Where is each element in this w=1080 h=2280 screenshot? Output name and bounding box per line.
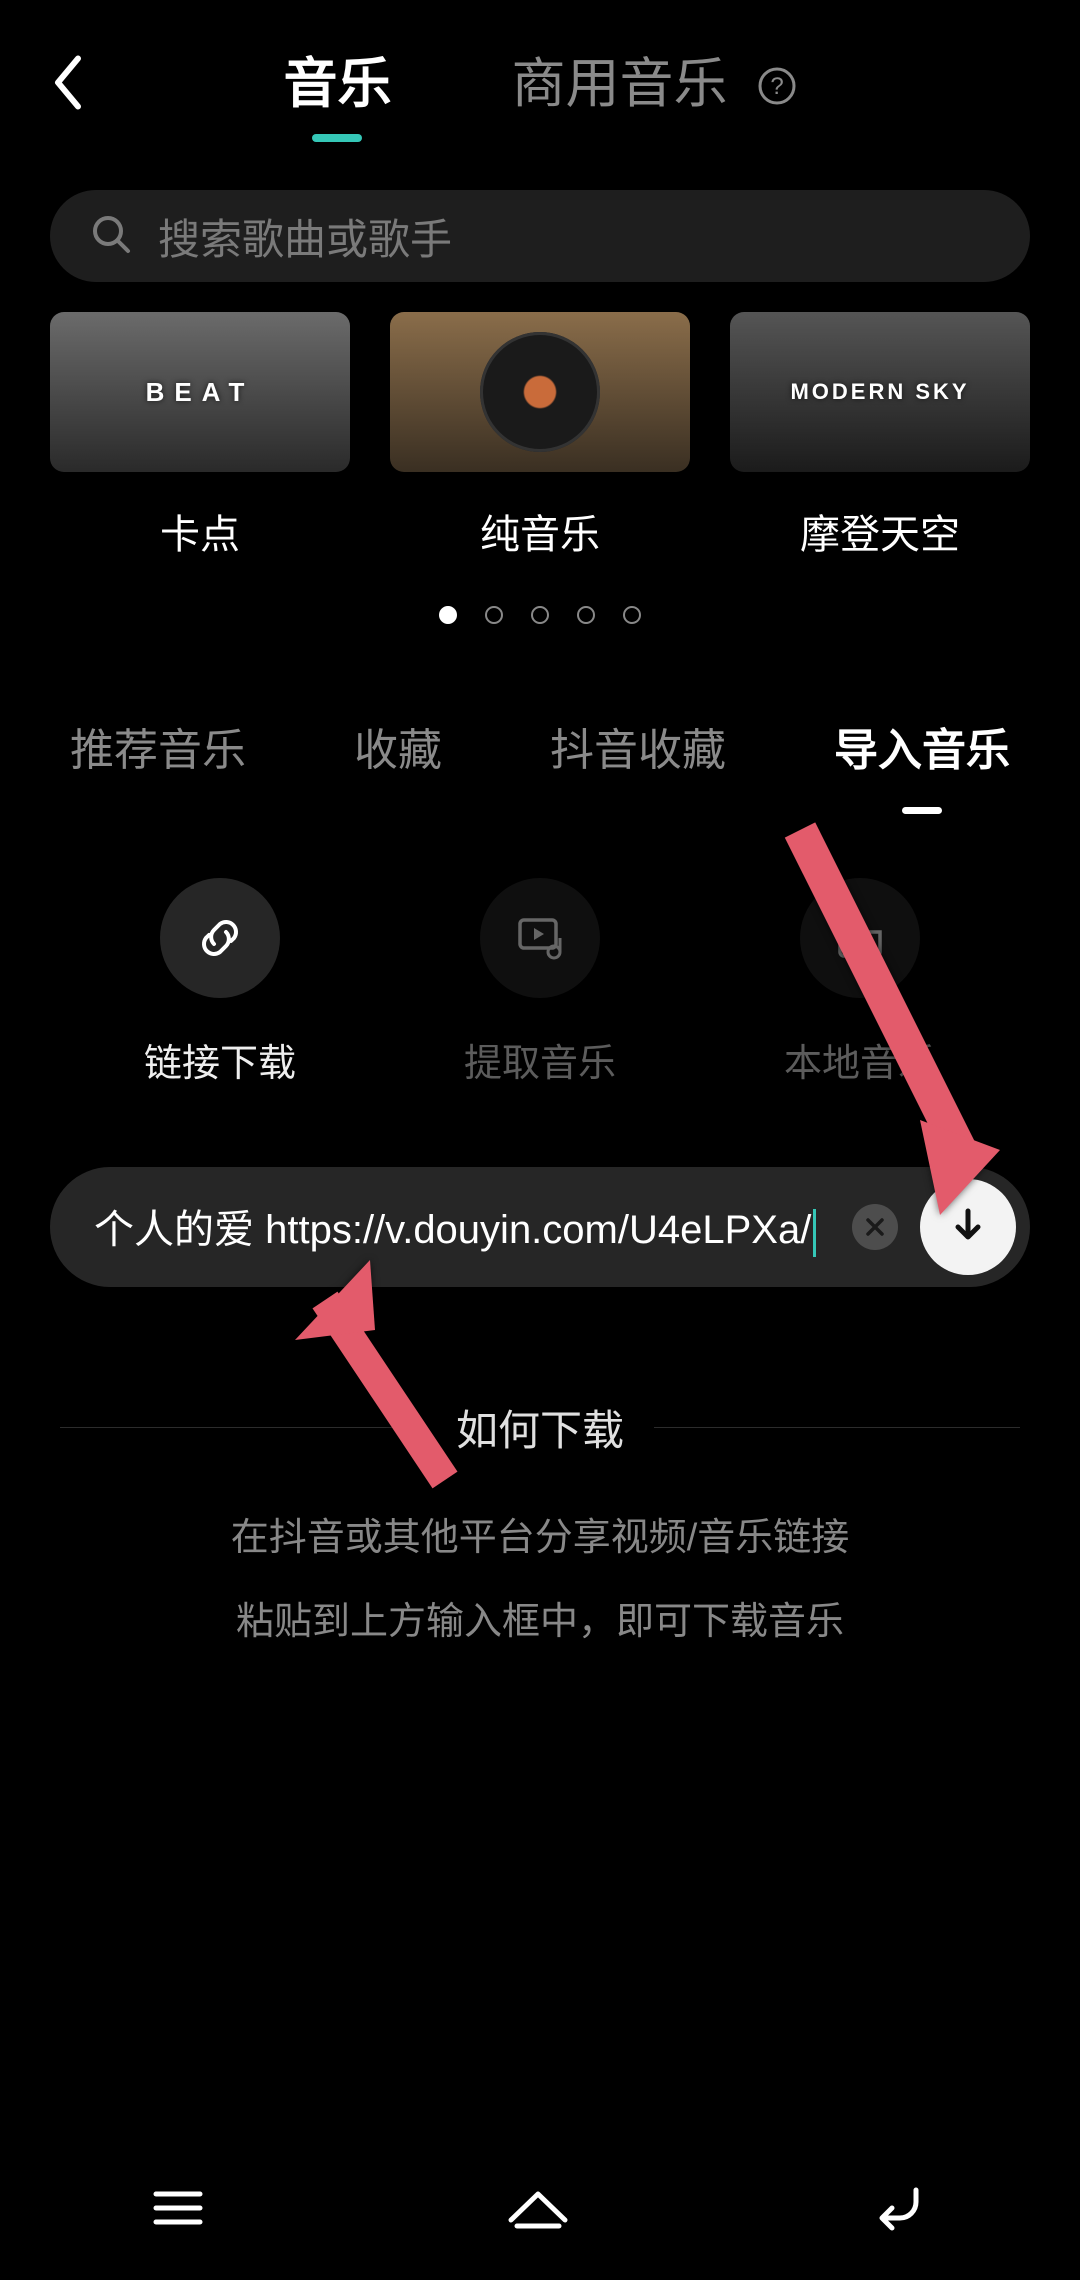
- howto-line2: 粘贴到上方输入框中，即可下载音乐: [0, 1586, 1080, 1658]
- url-input[interactable]: 个人的爱 https://v.douyin.com/U4eLPXa/: [94, 1197, 830, 1256]
- category-thumbnail: [390, 312, 690, 472]
- howto-line1: 在抖音或其他平台分享视频/音乐链接: [0, 1502, 1080, 1574]
- category-thumbnail: BEAT: [50, 312, 350, 472]
- search-input[interactable]: 搜索歌曲或歌手: [50, 190, 1030, 282]
- system-navbar: [0, 2140, 1080, 2280]
- option-extract-music[interactable]: 提取音乐: [464, 878, 616, 1087]
- download-icon: [946, 1205, 990, 1249]
- sub-tabs: 推荐音乐 收藏 抖音收藏 导入音乐: [70, 714, 1010, 778]
- option-label: 提取音乐: [464, 1032, 616, 1087]
- category-carousel[interactable]: BEAT 卡点 纯音乐 MODERN SKY 摩登天空: [50, 312, 1030, 560]
- divider: [654, 1427, 1020, 1428]
- dot[interactable]: [531, 606, 549, 624]
- dot[interactable]: [485, 606, 503, 624]
- url-value: 个人的爱 https://v.douyin.com/U4eLPXa/: [94, 1208, 811, 1252]
- search-placeholder: 搜索歌曲或歌手: [158, 206, 452, 267]
- category-title: 纯音乐: [480, 502, 600, 560]
- option-label: 本地音乐: [784, 1032, 936, 1087]
- home-button[interactable]: [503, 2182, 573, 2239]
- tab-label: 音乐: [283, 54, 391, 114]
- back-button[interactable]: [50, 55, 84, 116]
- option-label: 链接下载: [144, 1032, 296, 1087]
- record-icon: [480, 332, 600, 452]
- system-back-button[interactable]: [868, 2182, 932, 2239]
- divider: [60, 1427, 426, 1428]
- category-cover-text: MODERN SKY: [790, 379, 969, 405]
- url-input-bar: 个人的爱 https://v.douyin.com/U4eLPXa/: [50, 1167, 1030, 1287]
- dot[interactable]: [623, 606, 641, 624]
- tab-douyin-favorites[interactable]: 抖音收藏: [550, 714, 726, 778]
- category-thumbnail: MODERN SKY: [730, 312, 1030, 472]
- carousel-dots: [0, 606, 1080, 624]
- tab-favorites[interactable]: 收藏: [354, 714, 442, 778]
- search-icon: [90, 213, 132, 260]
- howto-title: 如何下载: [456, 1397, 624, 1458]
- link-icon: [160, 878, 280, 998]
- tab-recommended[interactable]: 推荐音乐: [70, 714, 246, 778]
- category-title: 摩登天空: [800, 502, 960, 560]
- video-music-icon: [480, 878, 600, 998]
- folder-icon: [800, 878, 920, 998]
- category-cover-text: BEAT: [146, 377, 255, 408]
- tab-import-music[interactable]: 导入音乐: [834, 714, 1010, 778]
- dot[interactable]: [439, 606, 457, 624]
- tab-label: 商用音乐: [511, 54, 727, 114]
- category-card[interactable]: MODERN SKY 摩登天空: [730, 312, 1030, 560]
- header: 音乐 商用音乐 ?: [0, 0, 1080, 170]
- help-icon[interactable]: ?: [757, 58, 797, 118]
- import-options: 链接下载 提取音乐 本地音乐: [60, 878, 1020, 1087]
- option-local-music[interactable]: 本地音乐: [784, 878, 936, 1087]
- top-tabs: 音乐 商用音乐 ?: [40, 39, 1040, 131]
- download-button[interactable]: [920, 1179, 1016, 1275]
- clear-button[interactable]: [852, 1204, 898, 1250]
- recents-button[interactable]: [148, 2184, 208, 2237]
- howto-section: 如何下载 在抖音或其他平台分享视频/音乐链接 粘贴到上方输入框中，即可下载音乐: [0, 1397, 1080, 1658]
- tab-music[interactable]: 音乐: [283, 39, 391, 130]
- option-link-download[interactable]: 链接下载: [144, 878, 296, 1087]
- text-cursor: [813, 1209, 816, 1257]
- svg-text:?: ?: [770, 73, 783, 100]
- tab-commercial-music[interactable]: 商用音乐 ?: [511, 39, 796, 131]
- search-container: 搜索歌曲或歌手: [50, 190, 1030, 282]
- dot[interactable]: [577, 606, 595, 624]
- category-card[interactable]: 纯音乐: [390, 312, 690, 560]
- category-card[interactable]: BEAT 卡点: [50, 312, 350, 560]
- close-icon: [864, 1216, 886, 1238]
- category-title: 卡点: [160, 502, 240, 560]
